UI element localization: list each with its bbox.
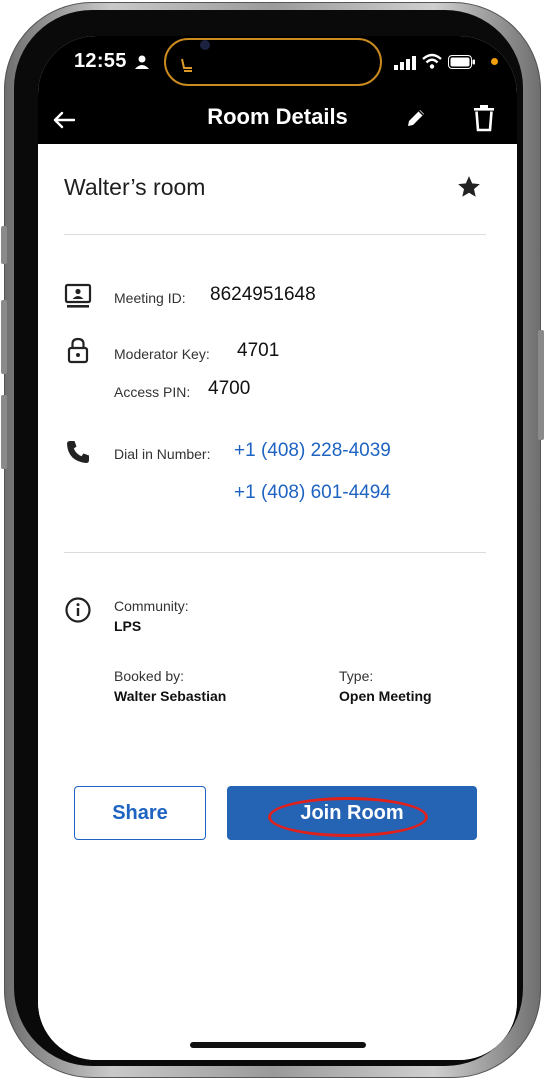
- info-icon: [65, 597, 91, 623]
- cellular-signal-icon: [394, 56, 416, 70]
- access-pin-label: Access PIN:: [114, 384, 191, 400]
- privacy-indicator-dot: [491, 58, 498, 65]
- phone-screen: 12:55 Room Details Walter’s room Meeting…: [38, 36, 517, 1060]
- meeting-id-label: Meeting ID:: [114, 290, 186, 306]
- screen-share-icon: [64, 283, 92, 308]
- divider: [64, 552, 486, 553]
- volume-up-button: [1, 300, 7, 374]
- booked-by-value: Walter Sebastian: [114, 688, 227, 704]
- mute-switch: [1, 226, 7, 264]
- type-label: Type:: [339, 668, 374, 684]
- person-icon: [135, 55, 149, 69]
- access-pin-value: 4700: [208, 378, 251, 399]
- app-bar: Room Details: [38, 98, 517, 144]
- battery-icon: [448, 55, 475, 69]
- page-title: Room Details: [207, 104, 348, 129]
- star-icon[interactable]: [456, 174, 482, 200]
- power-button: [538, 330, 544, 440]
- status-bar: 12:55: [38, 36, 517, 98]
- phone-icon: [67, 441, 89, 463]
- wifi-icon: [422, 53, 442, 69]
- community-label: Community:: [114, 598, 189, 614]
- room-details-content: Walter’s room Meeting ID: 8624951648 Mod…: [38, 144, 517, 1060]
- pencil-icon[interactable]: [402, 104, 430, 132]
- dial-in-label: Dial in Number:: [114, 446, 211, 462]
- seat-icon: [181, 58, 192, 72]
- room-name: Walter’s room: [64, 174, 206, 200]
- home-indicator[interactable]: [190, 1042, 366, 1048]
- booked-by-label: Booked by:: [114, 668, 185, 684]
- volume-down-button: [1, 395, 7, 469]
- moderator-key-value: 4701: [237, 340, 280, 361]
- lock-icon: [67, 337, 89, 364]
- dial-in-number-link[interactable]: +1 (408) 228-4039: [234, 440, 391, 462]
- camera-dot: [200, 40, 210, 50]
- trash-icon[interactable]: [472, 104, 496, 132]
- divider: [64, 234, 486, 235]
- dial-in-number-link[interactable]: +1 (408) 601-4494: [234, 482, 391, 504]
- share-button[interactable]: Share: [74, 786, 206, 840]
- community-value: LPS: [114, 618, 142, 634]
- type-value: Open Meeting: [339, 688, 432, 704]
- dynamic-island: [164, 38, 382, 86]
- status-time: 12:55: [74, 50, 127, 72]
- highlight-annotation: [268, 797, 428, 837]
- meeting-id-value: 8624951648: [210, 284, 316, 305]
- moderator-key-label: Moderator Key:: [114, 346, 210, 362]
